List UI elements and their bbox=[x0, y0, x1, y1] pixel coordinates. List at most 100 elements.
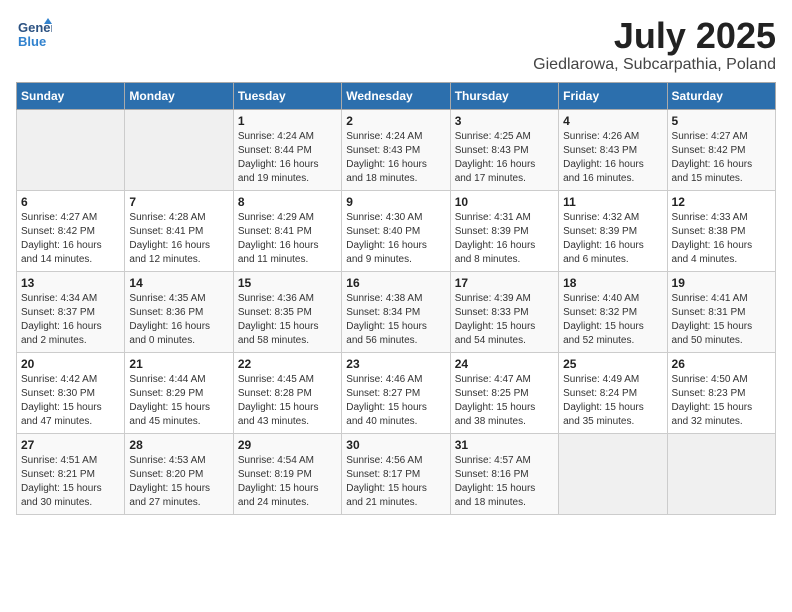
weekday-header-cell: Sunday bbox=[17, 82, 125, 109]
day-detail: Sunrise: 4:27 AM Sunset: 8:42 PM Dayligh… bbox=[672, 130, 771, 186]
svg-text:Blue: Blue bbox=[18, 34, 46, 49]
calendar-day-cell: 13 Sunrise: 4:34 AM Sunset: 8:37 PM Dayli… bbox=[17, 271, 125, 352]
day-detail: Sunrise: 4:47 AM Sunset: 8:25 PM Dayligh… bbox=[455, 373, 554, 429]
calendar-day-cell: 23 Sunrise: 4:46 AM Sunset: 8:27 PM Dayli… bbox=[342, 352, 450, 433]
calendar-day-cell: 17Sunrise: 4:39 AM Sunset: 8:33 PM Dayli… bbox=[450, 271, 558, 352]
day-detail: Sunrise: 4:38 AM Sunset: 8:34 PM Dayligh… bbox=[346, 292, 445, 348]
day-number: 24 bbox=[455, 357, 554, 371]
day-number: 8 bbox=[238, 195, 337, 209]
day-number: 27 bbox=[21, 438, 120, 452]
day-number: 5 bbox=[672, 114, 771, 128]
calendar-day-cell: 8 Sunrise: 4:29 AM Sunset: 8:41 PM Daylig… bbox=[233, 190, 341, 271]
day-detail: Sunrise: 4:35 AM Sunset: 8:36 PM Dayligh… bbox=[129, 292, 228, 348]
calendar-day-cell: 2 Sunrise: 4:24 AM Sunset: 8:43 PM Daylig… bbox=[342, 109, 450, 190]
page-header: General Blue July 2025 Giedlarowa, Subca… bbox=[16, 16, 776, 74]
day-detail: Sunrise: 4:24 AM Sunset: 8:44 PM Dayligh… bbox=[238, 130, 337, 186]
day-number: 16 bbox=[346, 276, 445, 290]
weekday-header-cell: Saturday bbox=[667, 82, 775, 109]
calendar-day-cell: 12 Sunrise: 4:33 AM Sunset: 8:38 PM Dayli… bbox=[667, 190, 775, 271]
day-detail: Sunrise: 4:31 AM Sunset: 8:39 PM Dayligh… bbox=[455, 211, 554, 267]
calendar-day-cell: 14Sunrise: 4:35 AM Sunset: 8:36 PM Dayli… bbox=[125, 271, 233, 352]
weekday-header-cell: Tuesday bbox=[233, 82, 341, 109]
calendar-day-cell: 5 Sunrise: 4:27 AM Sunset: 8:42 PM Daylig… bbox=[667, 109, 775, 190]
month-title: July 2025 bbox=[533, 16, 776, 56]
calendar-day-cell: 7 Sunrise: 4:28 AM Sunset: 8:41 PM Daylig… bbox=[125, 190, 233, 271]
day-number: 26 bbox=[672, 357, 771, 371]
day-number: 29 bbox=[238, 438, 337, 452]
calendar-day-cell: 30 Sunrise: 4:56 AM Sunset: 8:17 PM Dayli… bbox=[342, 433, 450, 514]
calendar-day-cell: 16 Sunrise: 4:38 AM Sunset: 8:34 PM Dayli… bbox=[342, 271, 450, 352]
day-detail: Sunrise: 4:46 AM Sunset: 8:27 PM Dayligh… bbox=[346, 373, 445, 429]
day-number: 23 bbox=[346, 357, 445, 371]
calendar-day-cell bbox=[559, 433, 667, 514]
day-number: 13 bbox=[21, 276, 120, 290]
weekday-header-cell: Friday bbox=[559, 82, 667, 109]
title-area: July 2025 Giedlarowa, Subcarpathia, Pola… bbox=[533, 16, 776, 74]
day-detail: Sunrise: 4:57 AM Sunset: 8:16 PM Dayligh… bbox=[455, 454, 554, 510]
day-number: 2 bbox=[346, 114, 445, 128]
day-number: 12 bbox=[672, 195, 771, 209]
calendar-day-cell: 15 Sunrise: 4:36 AM Sunset: 8:35 PM Dayli… bbox=[233, 271, 341, 352]
day-number: 25 bbox=[563, 357, 662, 371]
day-number: 6 bbox=[21, 195, 120, 209]
day-number: 15 bbox=[238, 276, 337, 290]
day-detail: Sunrise: 4:24 AM Sunset: 8:43 PM Dayligh… bbox=[346, 130, 445, 186]
calendar-body: 1 Sunrise: 4:24 AM Sunset: 8:44 PM Daylig… bbox=[17, 109, 776, 514]
weekday-header-cell: Wednesday bbox=[342, 82, 450, 109]
day-detail: Sunrise: 4:34 AM Sunset: 8:37 PM Dayligh… bbox=[21, 292, 120, 348]
calendar-day-cell: 21 Sunrise: 4:44 AM Sunset: 8:29 PM Dayli… bbox=[125, 352, 233, 433]
day-detail: Sunrise: 4:53 AM Sunset: 8:20 PM Dayligh… bbox=[129, 454, 228, 510]
calendar-day-cell bbox=[17, 109, 125, 190]
day-detail: Sunrise: 4:26 AM Sunset: 8:43 PM Dayligh… bbox=[563, 130, 662, 186]
day-number: 19 bbox=[672, 276, 771, 290]
day-detail: Sunrise: 4:30 AM Sunset: 8:40 PM Dayligh… bbox=[346, 211, 445, 267]
day-number: 31 bbox=[455, 438, 554, 452]
day-number: 11 bbox=[563, 195, 662, 209]
calendar-day-cell: 29 Sunrise: 4:54 AM Sunset: 8:19 PM Dayli… bbox=[233, 433, 341, 514]
weekday-header-cell: Thursday bbox=[450, 82, 558, 109]
day-number: 22 bbox=[238, 357, 337, 371]
day-detail: Sunrise: 4:33 AM Sunset: 8:38 PM Dayligh… bbox=[672, 211, 771, 267]
day-detail: Sunrise: 4:29 AM Sunset: 8:41 PM Dayligh… bbox=[238, 211, 337, 267]
day-number: 28 bbox=[129, 438, 228, 452]
day-number: 10 bbox=[455, 195, 554, 209]
day-number: 4 bbox=[563, 114, 662, 128]
day-number: 7 bbox=[129, 195, 228, 209]
logo: General Blue bbox=[16, 16, 56, 52]
calendar-day-cell bbox=[125, 109, 233, 190]
day-detail: Sunrise: 4:44 AM Sunset: 8:29 PM Dayligh… bbox=[129, 373, 228, 429]
calendar-day-cell: 10 Sunrise: 4:31 AM Sunset: 8:39 PM Dayli… bbox=[450, 190, 558, 271]
day-detail: Sunrise: 4:45 AM Sunset: 8:28 PM Dayligh… bbox=[238, 373, 337, 429]
day-number: 18 bbox=[563, 276, 662, 290]
day-detail: Sunrise: 4:40 AM Sunset: 8:32 PM Dayligh… bbox=[563, 292, 662, 348]
calendar-day-cell: 19Sunrise: 4:41 AM Sunset: 8:31 PM Dayli… bbox=[667, 271, 775, 352]
weekday-header-row: SundayMondayTuesdayWednesdayThursdayFrid… bbox=[17, 82, 776, 109]
day-number: 9 bbox=[346, 195, 445, 209]
calendar-day-cell: 11 Sunrise: 4:32 AM Sunset: 8:39 PM Dayli… bbox=[559, 190, 667, 271]
day-detail: Sunrise: 4:42 AM Sunset: 8:30 PM Dayligh… bbox=[21, 373, 120, 429]
day-detail: Sunrise: 4:25 AM Sunset: 8:43 PM Dayligh… bbox=[455, 130, 554, 186]
calendar-day-cell: 24 Sunrise: 4:47 AM Sunset: 8:25 PM Dayli… bbox=[450, 352, 558, 433]
calendar-week-row: 1 Sunrise: 4:24 AM Sunset: 8:44 PM Daylig… bbox=[17, 109, 776, 190]
day-detail: Sunrise: 4:32 AM Sunset: 8:39 PM Dayligh… bbox=[563, 211, 662, 267]
day-number: 1 bbox=[238, 114, 337, 128]
day-detail: Sunrise: 4:54 AM Sunset: 8:19 PM Dayligh… bbox=[238, 454, 337, 510]
calendar-day-cell: 9 Sunrise: 4:30 AM Sunset: 8:40 PM Daylig… bbox=[342, 190, 450, 271]
day-detail: Sunrise: 4:27 AM Sunset: 8:42 PM Dayligh… bbox=[21, 211, 120, 267]
day-number: 30 bbox=[346, 438, 445, 452]
day-detail: Sunrise: 4:56 AM Sunset: 8:17 PM Dayligh… bbox=[346, 454, 445, 510]
calendar-day-cell: 25Sunrise: 4:49 AM Sunset: 8:24 PM Dayli… bbox=[559, 352, 667, 433]
day-number: 3 bbox=[455, 114, 554, 128]
calendar-week-row: 13 Sunrise: 4:34 AM Sunset: 8:37 PM Dayli… bbox=[17, 271, 776, 352]
day-number: 21 bbox=[129, 357, 228, 371]
day-detail: Sunrise: 4:50 AM Sunset: 8:23 PM Dayligh… bbox=[672, 373, 771, 429]
calendar-day-cell: 20Sunrise: 4:42 AM Sunset: 8:30 PM Dayli… bbox=[17, 352, 125, 433]
calendar-week-row: 6 Sunrise: 4:27 AM Sunset: 8:42 PM Daylig… bbox=[17, 190, 776, 271]
day-detail: Sunrise: 4:28 AM Sunset: 8:41 PM Dayligh… bbox=[129, 211, 228, 267]
calendar-day-cell: 28 Sunrise: 4:53 AM Sunset: 8:20 PM Dayli… bbox=[125, 433, 233, 514]
calendar-week-row: 20Sunrise: 4:42 AM Sunset: 8:30 PM Dayli… bbox=[17, 352, 776, 433]
calendar-day-cell: 31 Sunrise: 4:57 AM Sunset: 8:16 PM Dayli… bbox=[450, 433, 558, 514]
day-detail: Sunrise: 4:36 AM Sunset: 8:35 PM Dayligh… bbox=[238, 292, 337, 348]
calendar-day-cell: 1 Sunrise: 4:24 AM Sunset: 8:44 PM Daylig… bbox=[233, 109, 341, 190]
calendar-day-cell bbox=[667, 433, 775, 514]
